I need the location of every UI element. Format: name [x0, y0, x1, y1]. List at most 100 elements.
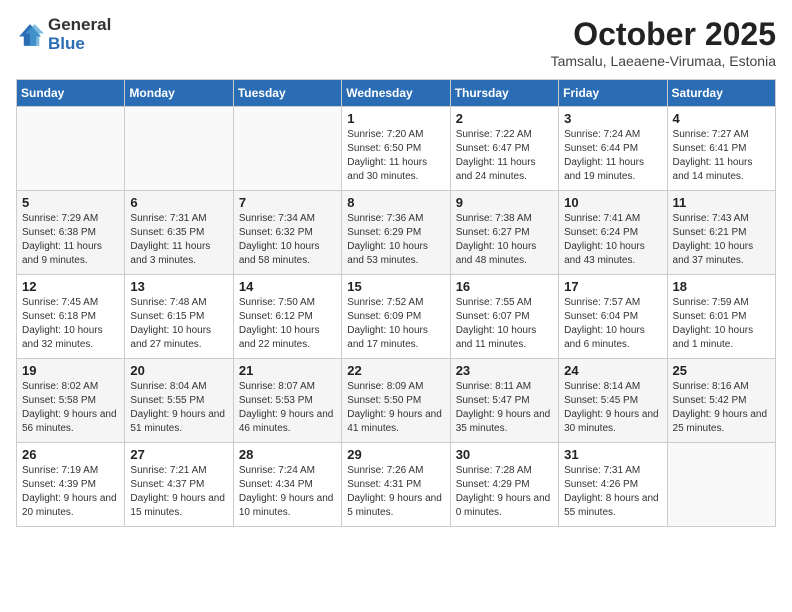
day-number: 2 [456, 111, 553, 126]
day-number: 16 [456, 279, 553, 294]
week-row-1: 1 Sunrise: 7:20 AM Sunset: 6:50 PM Daylig… [17, 107, 776, 191]
day-number: 27 [130, 447, 227, 462]
calendar-cell: 21Sunrise: 8:07 AM Sunset: 5:53 PM Dayli… [233, 359, 341, 443]
day-number: 12 [22, 279, 119, 294]
day-info: Sunrise: 7:55 AM Sunset: 6:07 PM Dayligh… [456, 296, 553, 352]
day-number: 18 [673, 279, 770, 294]
logo-general-text: General [48, 16, 111, 35]
header-day-monday: Monday [125, 80, 233, 107]
day-number: 25 [673, 363, 770, 378]
day-info: Sunrise: 7:34 AM Sunset: 6:32 PM Dayligh… [239, 212, 336, 268]
day-number: 28 [239, 447, 336, 462]
day-number: 5 [22, 195, 119, 210]
day-info: Sunrise: 8:04 AM Sunset: 5:55 PM Dayligh… [130, 380, 227, 436]
day-info: Sunrise: 7:29 AM Sunset: 6:38 PM Dayligh… [22, 212, 119, 268]
day-info: Sunrise: 7:21 AM Sunset: 4:37 PM Dayligh… [130, 464, 227, 520]
calendar-cell [233, 107, 341, 191]
day-info: Sunrise: 7:26 AM Sunset: 4:31 PM Dayligh… [347, 464, 444, 520]
calendar-cell: 14 Sunrise: 7:50 AM Sunset: 6:12 PM Dayli… [233, 275, 341, 359]
calendar-cell [667, 443, 775, 527]
calendar-cell: 9Sunrise: 7:38 AM Sunset: 6:27 PM Daylig… [450, 191, 558, 275]
day-info: Sunrise: 7:20 AM Sunset: 6:50 PM Dayligh… [347, 128, 444, 184]
calendar-cell: 6 Sunrise: 7:31 AM Sunset: 6:35 PM Daylig… [125, 191, 233, 275]
week-row-4: 19Sunrise: 8:02 AM Sunset: 5:58 PM Dayli… [17, 359, 776, 443]
day-number: 22 [347, 363, 444, 378]
day-number: 1 [347, 111, 444, 126]
calendar-cell: 8 Sunrise: 7:36 AM Sunset: 6:29 PM Daylig… [342, 191, 450, 275]
day-info: Sunrise: 7:50 AM Sunset: 6:12 PM Dayligh… [239, 296, 336, 352]
day-number: 19 [22, 363, 119, 378]
logo-blue-text: Blue [48, 35, 111, 54]
logo: General Blue [16, 16, 111, 53]
day-number: 10 [564, 195, 661, 210]
day-number: 21 [239, 363, 336, 378]
day-info: Sunrise: 7:48 AM Sunset: 6:15 PM Dayligh… [130, 296, 227, 352]
calendar-cell: 15Sunrise: 7:52 AM Sunset: 6:09 PM Dayli… [342, 275, 450, 359]
calendar-cell: 19Sunrise: 8:02 AM Sunset: 5:58 PM Dayli… [17, 359, 125, 443]
logo-text: General Blue [48, 16, 111, 53]
day-number: 6 [130, 195, 227, 210]
calendar-cell: 2 Sunrise: 7:22 AM Sunset: 6:47 PM Daylig… [450, 107, 558, 191]
day-info: Sunrise: 7:27 AM Sunset: 6:41 PM Dayligh… [673, 128, 770, 184]
calendar-cell: 18Sunrise: 7:59 AM Sunset: 6:01 PM Dayli… [667, 275, 775, 359]
day-info: Sunrise: 7:19 AM Sunset: 4:39 PM Dayligh… [22, 464, 119, 520]
calendar-cell: 27 Sunrise: 7:21 AM Sunset: 4:37 PM Dayli… [125, 443, 233, 527]
day-info: Sunrise: 8:16 AM Sunset: 5:42 PM Dayligh… [673, 380, 770, 436]
day-info: Sunrise: 7:31 AM Sunset: 4:26 PM Dayligh… [564, 464, 661, 520]
calendar-cell: 22 Sunrise: 8:09 AM Sunset: 5:50 PM Dayli… [342, 359, 450, 443]
day-info: Sunrise: 7:22 AM Sunset: 6:47 PM Dayligh… [456, 128, 553, 184]
calendar-cell: 16 Sunrise: 7:55 AM Sunset: 6:07 PM Dayli… [450, 275, 558, 359]
day-number: 11 [673, 195, 770, 210]
day-number: 15 [347, 279, 444, 294]
logo-icon [16, 21, 44, 49]
day-number: 29 [347, 447, 444, 462]
calendar-cell: 20 Sunrise: 8:04 AM Sunset: 5:55 PM Dayli… [125, 359, 233, 443]
month-title: October 2025 [551, 16, 776, 53]
day-number: 23 [456, 363, 553, 378]
header-day-wednesday: Wednesday [342, 80, 450, 107]
header-day-friday: Friday [559, 80, 667, 107]
calendar-cell: 13 Sunrise: 7:48 AM Sunset: 6:15 PM Dayli… [125, 275, 233, 359]
calendar-cell: 7Sunrise: 7:34 AM Sunset: 6:32 PM Daylig… [233, 191, 341, 275]
location-title: Tamsalu, Laeaene-Virumaa, Estonia [551, 53, 776, 69]
calendar-cell: 12 Sunrise: 7:45 AM Sunset: 6:18 PM Dayli… [17, 275, 125, 359]
day-number: 14 [239, 279, 336, 294]
calendar-cell: 3 Sunrise: 7:24 AM Sunset: 6:44 PM Daylig… [559, 107, 667, 191]
header-day-saturday: Saturday [667, 80, 775, 107]
day-number: 13 [130, 279, 227, 294]
calendar-cell: 5 Sunrise: 7:29 AM Sunset: 6:38 PM Daylig… [17, 191, 125, 275]
calendar-cell [17, 107, 125, 191]
calendar-cell: 28Sunrise: 7:24 AM Sunset: 4:34 PM Dayli… [233, 443, 341, 527]
calendar-cell: 26 Sunrise: 7:19 AM Sunset: 4:39 PM Dayli… [17, 443, 125, 527]
calendar-cell: 25 Sunrise: 8:16 AM Sunset: 5:42 PM Dayli… [667, 359, 775, 443]
header-day-tuesday: Tuesday [233, 80, 341, 107]
calendar-cell: 1 Sunrise: 7:20 AM Sunset: 6:50 PM Daylig… [342, 107, 450, 191]
day-info: Sunrise: 8:14 AM Sunset: 5:45 PM Dayligh… [564, 380, 661, 436]
day-number: 30 [456, 447, 553, 462]
day-info: Sunrise: 7:24 AM Sunset: 6:44 PM Dayligh… [564, 128, 661, 184]
title-block: October 2025 Tamsalu, Laeaene-Virumaa, E… [551, 16, 776, 69]
day-number: 3 [564, 111, 661, 126]
calendar-cell: 31Sunrise: 7:31 AM Sunset: 4:26 PM Dayli… [559, 443, 667, 527]
header-row: SundayMondayTuesdayWednesdayThursdayFrid… [17, 80, 776, 107]
calendar-body: 1 Sunrise: 7:20 AM Sunset: 6:50 PM Daylig… [17, 107, 776, 527]
day-number: 26 [22, 447, 119, 462]
day-info: Sunrise: 7:43 AM Sunset: 6:21 PM Dayligh… [673, 212, 770, 268]
calendar-cell: 11 Sunrise: 7:43 AM Sunset: 6:21 PM Dayli… [667, 191, 775, 275]
day-number: 20 [130, 363, 227, 378]
day-info: Sunrise: 7:38 AM Sunset: 6:27 PM Dayligh… [456, 212, 553, 268]
day-number: 24 [564, 363, 661, 378]
day-info: Sunrise: 7:45 AM Sunset: 6:18 PM Dayligh… [22, 296, 119, 352]
week-row-2: 5 Sunrise: 7:29 AM Sunset: 6:38 PM Daylig… [17, 191, 776, 275]
day-info: Sunrise: 7:36 AM Sunset: 6:29 PM Dayligh… [347, 212, 444, 268]
day-info: Sunrise: 8:09 AM Sunset: 5:50 PM Dayligh… [347, 380, 444, 436]
day-number: 8 [347, 195, 444, 210]
calendar-cell: 10Sunrise: 7:41 AM Sunset: 6:24 PM Dayli… [559, 191, 667, 275]
header-day-thursday: Thursday [450, 80, 558, 107]
day-info: Sunrise: 8:11 AM Sunset: 5:47 PM Dayligh… [456, 380, 553, 436]
day-info: Sunrise: 7:57 AM Sunset: 6:04 PM Dayligh… [564, 296, 661, 352]
day-number: 17 [564, 279, 661, 294]
calendar-cell: 29 Sunrise: 7:26 AM Sunset: 4:31 PM Dayli… [342, 443, 450, 527]
day-info: Sunrise: 7:31 AM Sunset: 6:35 PM Dayligh… [130, 212, 227, 268]
calendar-cell: 17 Sunrise: 7:57 AM Sunset: 6:04 PM Dayli… [559, 275, 667, 359]
